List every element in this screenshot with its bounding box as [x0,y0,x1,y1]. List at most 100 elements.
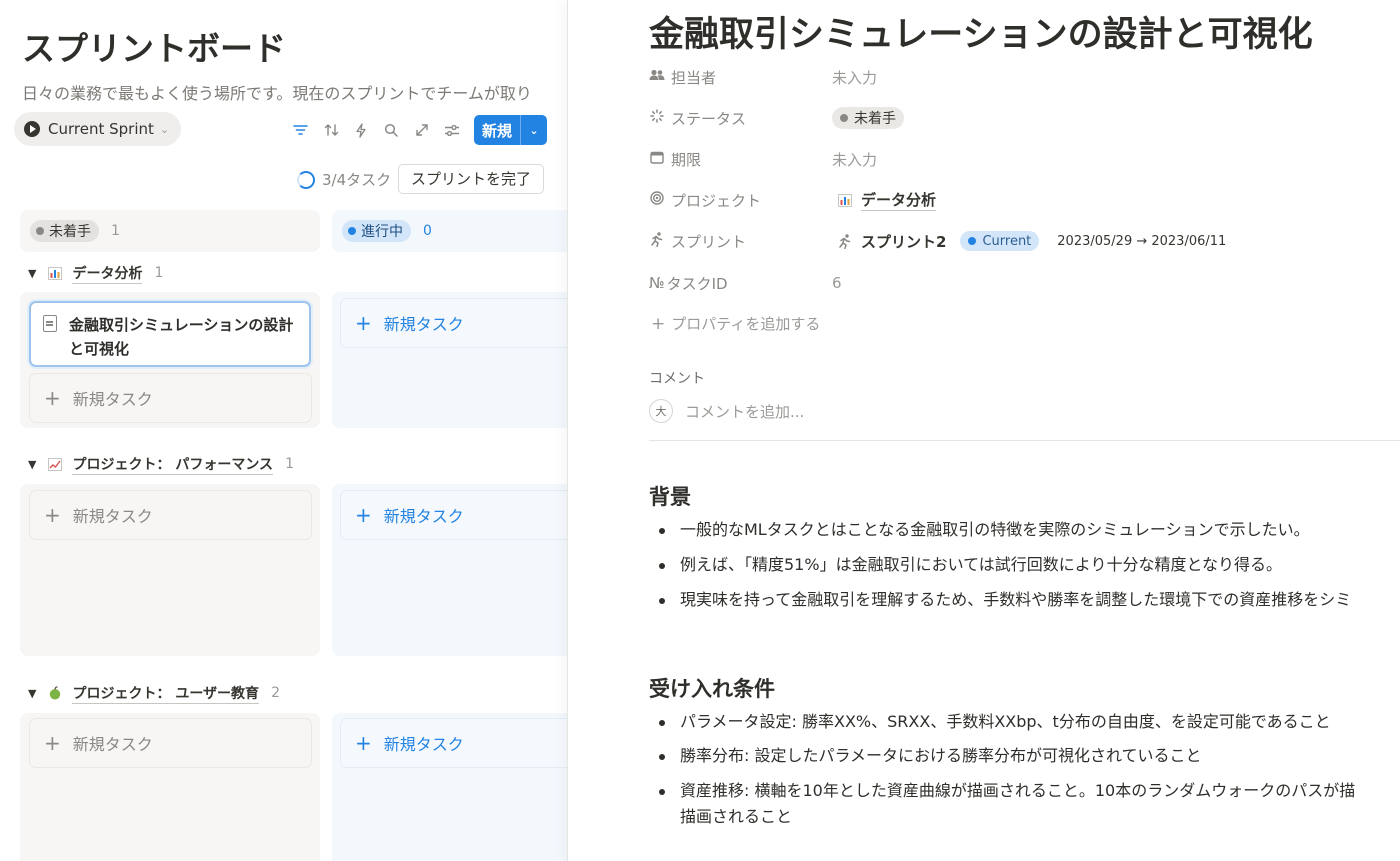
status-spinner-icon [649,109,665,127]
play-icon [24,121,40,137]
status-tag[interactable]: 未着手 [832,107,904,129]
property-project[interactable]: プロジェクト データ分析 [649,187,1400,213]
property-label: スプリント [671,232,747,251]
bullet-text: 勝率分布: 設定したパラメータにおける勝率分布が可視化されていること [680,746,1202,765]
new-task-button[interactable]: + 新規タスク [340,718,567,768]
sprint-board: スプリントボード 日々の業務で最もよく使う場所です。現在のスプリントでチームが取… [0,0,567,861]
current-sprint-tag: Current [960,231,1040,251]
property-label: タスクID [666,274,728,293]
complete-sprint-button[interactable]: スプリントを完了 [398,164,545,194]
new-task-label: 新規タスク [72,390,153,409]
task-title[interactable]: 金融取引シミュレーションの設計と可視化 [649,6,1313,57]
chevron-down-icon: ⌄ [159,122,170,136]
status-label: 未着手 [854,111,896,127]
project-link[interactable]: データ分析 [832,189,937,211]
new-button[interactable]: 新規 ⌄ [474,115,547,145]
view-label: Current Sprint [48,120,154,138]
property-value[interactable]: 未入力 [832,67,877,88]
page-description: 日々の業務で最もよく使う場所です。現在のスプリントでチームが取り [22,84,532,103]
progress-ring-icon [297,170,315,189]
status-dot [348,227,356,235]
add-property-button[interactable]: + プロパティを追加する [651,313,820,334]
target-icon [649,191,665,209]
avatar: 大 [649,399,673,423]
plus-icon: + [44,386,61,410]
status-label: 未着手 [49,224,91,240]
new-task-button[interactable]: + 新規タスク [340,490,567,540]
plus-icon: + [355,731,372,755]
plus-icon: + [651,314,666,334]
sort-icon[interactable] [321,120,341,140]
status-dot [968,237,977,245]
plus-icon: + [355,503,372,527]
chevron-down-icon[interactable]: ⌄ [521,124,547,137]
new-task-label: 新規タスク [72,735,153,754]
status-dot [36,227,44,235]
new-task-button[interactable]: + 新規タスク [29,373,312,423]
property-assignee[interactable]: 担当者 未入力 [649,64,1400,90]
group-name: データ分析 [72,263,143,284]
comment-input[interactable]: 大 コメントを追加... [649,399,804,423]
new-button-label: 新規 [481,121,512,140]
page-title: スプリントボード [22,29,286,68]
property-label: プロジェクト [671,191,762,210]
new-task-button[interactable]: + 新規タスク [29,490,312,540]
column-header-in-progress[interactable]: 進行中 0 [332,210,567,252]
filter-icon[interactable] [290,120,310,140]
bullet-item: 一般的なMLタスクとはことなる金融取引の特徴を実際のシミュレーションで示したい。 [659,517,1400,543]
people-icon [649,69,665,85]
expand-icon[interactable] [412,120,432,140]
bullet-item: 例えば、「精度51%」は金融取引においては試行回数により十分な精度となり得る。 [659,552,1400,578]
column-header-todo[interactable]: 未着手 1 [20,210,320,252]
collapse-triangle-icon[interactable]: ▼ [28,267,36,280]
group-count: 1 [154,265,164,281]
collapse-triangle-icon[interactable]: ▼ [28,687,36,700]
bullet-text: 例えば、「精度51%」は金融取引においては試行回数により十分な精度となり得る。 [680,555,1282,574]
plus-icon: + [44,731,61,755]
bullet-text: 現実味を持って金融取引を理解するため、手数料や勝率を調整した環境下での資産推移を… [680,590,1352,609]
current-tag-label: Current [982,233,1032,249]
sprint-link[interactable]: スプリント2 Current 2023/05/29 → 2023/06/11 [832,231,1226,252]
project-name: データ分析 [861,191,937,211]
divider [649,440,1400,441]
calendar-icon [649,150,665,168]
task-card[interactable]: 金融取引シミュレーションの設計と可視化 [29,301,311,367]
view-selector[interactable]: Current Sprint ⌄ [14,112,182,146]
group-name: プロジェクト： パフォーマンス [72,454,274,475]
search-icon[interactable] [381,120,401,140]
property-value: 6 [832,274,842,292]
group-header-data-analysis[interactable]: ▼ データ分析 1 [28,262,163,284]
column-count: 0 [423,223,432,239]
property-status[interactable]: ステータス 未着手 [649,105,1400,131]
apple-icon [48,686,64,700]
group-count: 2 [271,685,280,701]
new-task-label: 新規タスク [383,507,464,526]
new-task-button[interactable]: + 新規タスク [340,298,567,348]
status-label: 進行中 [361,224,403,240]
property-label: 期限 [671,150,702,169]
status-dot [840,114,848,122]
group-header-performance[interactable]: ▼ プロジェクト： パフォーマンス 1 [28,453,294,475]
bullet-text: パラメータ設定: 勝率XX%、SRXX、手数料XXbp、t分布の自由度、を設定可… [680,712,1331,731]
group-name: プロジェクト： ユーザー教育 [72,683,260,704]
bullet-text-continued: 描画されること [680,807,793,826]
group-header-user-education[interactable]: ▼ プロジェクト： ユーザー教育 2 [28,682,280,704]
new-task-button[interactable]: + 新規タスク [29,718,312,768]
bullet-item: パラメータ設定: 勝率XX%、SRXX、手数料XXbp、t分布の自由度、を設定可… [659,709,1400,735]
add-property-label: プロパティを追加する [671,315,821,333]
property-task-id: № タスクID 6 [649,270,1400,296]
section-heading: 受け入れ条件 [649,677,775,701]
task-card-title: 金融取引シミュレーションの設計と可視化 [69,316,294,358]
property-due-date[interactable]: 期限 未入力 [649,146,1400,172]
collapse-triangle-icon[interactable]: ▼ [28,458,36,471]
new-task-label: 新規タスク [72,507,153,526]
line-chart-icon [48,457,64,471]
automation-icon[interactable] [351,120,371,140]
property-label: ステータス [671,109,747,128]
property-sprint[interactable]: スプリント スプリント2 Current 2023/05/29 → 2023/0… [649,228,1400,254]
bullet-text: 資産推移: 横軸を10年とした資産曲線が描画されること。10本のランダムウォーク… [680,781,1356,800]
settings-icon[interactable] [442,120,462,140]
property-value[interactable]: 未入力 [832,149,877,170]
runner-icon [649,231,665,251]
plus-icon: + [355,311,372,335]
